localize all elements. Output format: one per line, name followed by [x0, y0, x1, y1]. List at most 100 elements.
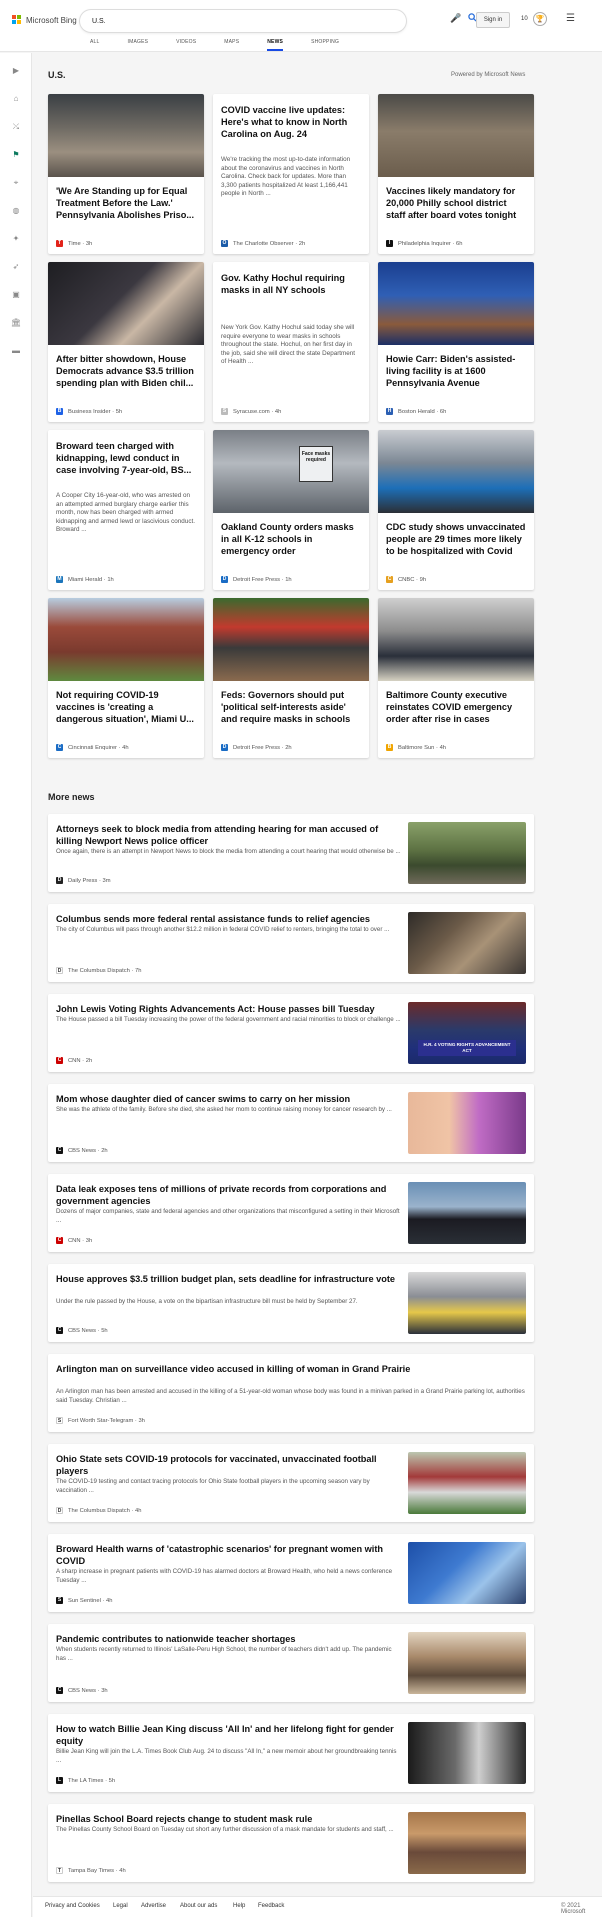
footer-link-about-ads[interactable]: About our ads [180, 1903, 217, 1909]
news-card-image[interactable] [48, 598, 204, 681]
news-card-image[interactable] [213, 598, 369, 681]
news-card[interactable]: Baltimore County executive reinstates CO… [378, 598, 534, 758]
more-news-source[interactable]: D Daily Press · 3m [56, 877, 111, 884]
more-news-title[interactable]: John Lewis Voting Rights Advancements Ac… [56, 1003, 402, 1015]
news-card[interactable]: Not requiring COVID-19 vaccines is 'crea… [48, 598, 204, 758]
rewards-trophy-icon[interactable]: 🏆 [533, 12, 547, 26]
more-news-thumbnail[interactable] [408, 1812, 526, 1874]
more-news-item[interactable]: Pinellas School Board rejects change to … [48, 1804, 534, 1882]
more-news-thumbnail[interactable] [408, 1722, 526, 1784]
tab-shopping[interactable]: SHOPPING [311, 39, 339, 51]
news-card-title[interactable]: Not requiring COVID-19 vaccines is 'crea… [56, 689, 196, 725]
news-card-image[interactable] [378, 430, 534, 513]
sign-in-button[interactable]: Sign in [476, 12, 510, 28]
hamburger-menu-icon[interactable]: ☰ [566, 14, 576, 24]
more-news-thumbnail[interactable] [408, 822, 526, 884]
more-news-source[interactable]: L The LA Times · 5h [56, 1777, 115, 1784]
trending-icon[interactable]: ⤯ [10, 121, 22, 133]
news-card-title[interactable]: 'We Are Standing up for Equal Treatment … [56, 185, 196, 221]
news-card[interactable]: Broward teen charged with kidnapping, le… [48, 430, 204, 590]
sports-icon[interactable]: ➶ [10, 261, 22, 273]
news-card-title[interactable]: Gov. Kathy Hochul requiring masks in all… [221, 272, 361, 296]
more-news-source[interactable]: C CBS News · 2h [56, 1147, 108, 1154]
news-card-image[interactable] [378, 94, 534, 177]
more-news-thumbnail[interactable]: H.R. 4 VOTING RIGHTS ADVANCEMENT ACT [408, 1002, 526, 1064]
more-news-item[interactable]: Attorneys seek to block media from atten… [48, 814, 534, 892]
news-card-source[interactable]: H Boston Herald · 6h [386, 408, 446, 415]
news-card[interactable]: After bitter showdown, House Democrats a… [48, 262, 204, 422]
footer-link-help[interactable]: Help [233, 1903, 245, 1909]
more-news-title[interactable]: Mom whose daughter died of cancer swims … [56, 1093, 402, 1105]
news-card-title[interactable]: CDC study shows unvaccinated people are … [386, 521, 526, 557]
more-news-source[interactable]: D The Columbus Dispatch · 7h [56, 967, 141, 974]
more-news-source[interactable]: S Sun Sentinel · 4h [56, 1597, 112, 1604]
news-card-source[interactable]: D Detroit Free Press · 2h [221, 744, 292, 751]
more-news-item[interactable]: Arlington man on surveillance video accu… [48, 1354, 534, 1432]
more-news-item[interactable]: Columbus sends more federal rental assis… [48, 904, 534, 982]
more-news-source[interactable]: C CNN · 2h [56, 1057, 92, 1064]
news-card-title[interactable]: Baltimore County executive reinstates CO… [386, 689, 526, 725]
more-news-thumbnail[interactable] [408, 1092, 526, 1154]
news-card-title[interactable]: Howie Carr: Biden's assisted-living faci… [386, 353, 526, 389]
news-card-source[interactable]: B Business Insider · 5h [56, 408, 122, 415]
news-card[interactable]: Vaccines likely mandatory for 20,000 Phi… [378, 94, 534, 254]
tab-news[interactable]: NEWS [267, 39, 284, 51]
tab-videos[interactable]: VIDEOS [176, 39, 196, 51]
rewards-count[interactable]: 10 [521, 16, 528, 22]
news-card-image[interactable] [378, 598, 534, 681]
news-card-title[interactable]: COVID vaccine live updates: Here's what … [221, 104, 361, 140]
more-news-thumbnail[interactable] [408, 1632, 526, 1694]
more-news-source[interactable]: C CBS News · 5h [56, 1327, 108, 1334]
more-news-thumbnail[interactable] [408, 1542, 526, 1604]
more-news-item[interactable]: House approves $3.5 trillion budget plan… [48, 1264, 534, 1342]
more-news-source[interactable]: T Tampa Bay Times · 4h [56, 1867, 126, 1874]
expand-arrow-icon[interactable]: ▶ [10, 65, 22, 77]
more-news-item[interactable]: Ohio State sets COVID-19 protocols for v… [48, 1444, 534, 1522]
entertainment-icon[interactable]: ✦ [10, 233, 22, 245]
more-news-title[interactable]: Broward Health warns of 'catastrophic sc… [56, 1543, 402, 1567]
news-card-image[interactable] [48, 94, 204, 177]
news-card[interactable]: Oakland County orders masks in all K-12 … [213, 430, 369, 590]
more-news-title[interactable]: How to watch Billie Jean King discuss 'A… [56, 1723, 402, 1747]
more-news-item[interactable]: How to watch Billie Jean King discuss 'A… [48, 1714, 534, 1792]
news-card-title[interactable]: Broward teen charged with kidnapping, le… [56, 440, 196, 476]
tab-images[interactable]: IMAGES [128, 39, 149, 51]
more-news-title[interactable]: Pandemic contributes to nationwide teach… [56, 1633, 402, 1645]
more-news-title[interactable]: House approves $3.5 trillion budget plan… [56, 1273, 402, 1285]
news-card-image[interactable] [48, 262, 204, 345]
news-card-source[interactable]: T Time · 3h [56, 240, 92, 247]
footer-link-feedback[interactable]: Feedback [258, 1903, 284, 1909]
news-card-image[interactable] [378, 262, 534, 345]
more-news-source[interactable]: C CNN · 3h [56, 1237, 92, 1244]
footer-link-legal[interactable]: Legal [113, 1903, 128, 1909]
news-card-source[interactable]: B Baltimore Sun · 4h [386, 744, 446, 751]
more-news-title[interactable]: Attorneys seek to block media from atten… [56, 823, 402, 847]
news-card-title[interactable]: Vaccines likely mandatory for 20,000 Phi… [386, 185, 526, 221]
more-news-item[interactable]: Broward Health warns of 'catastrophic sc… [48, 1534, 534, 1612]
more-news-thumbnail[interactable] [408, 1272, 526, 1334]
news-card[interactable]: CDC study shows unvaccinated people are … [378, 430, 534, 590]
news-card[interactable]: Feds: Governors should put 'political se… [213, 598, 369, 758]
tab-maps[interactable]: MAPS [224, 39, 239, 51]
more-news-source[interactable]: D The Columbus Dispatch · 4h [56, 1507, 141, 1514]
more-news-title[interactable]: Data leak exposes tens of millions of pr… [56, 1183, 402, 1207]
news-card-source[interactable]: S Syracuse.com · 4h [221, 408, 281, 415]
home-icon[interactable]: ⌂ [10, 93, 22, 105]
more-news-item[interactable]: Pandemic contributes to nationwide teach… [48, 1624, 534, 1702]
flag-icon[interactable]: ⚑ [10, 149, 22, 161]
microphone-icon[interactable]: 🎤 [450, 13, 461, 24]
bing-logo[interactable]: Microsoft Bing [12, 15, 77, 25]
more-news-source[interactable]: S Fort Worth Star-Telegram · 3h [56, 1417, 145, 1424]
more-news-item[interactable]: Mom whose daughter died of cancer swims … [48, 1084, 534, 1162]
more-news-thumbnail[interactable] [408, 1182, 526, 1244]
news-card-source[interactable]: D Detroit Free Press · 1h [221, 576, 292, 583]
more-news-title[interactable]: Ohio State sets COVID-19 protocols for v… [56, 1453, 402, 1477]
tab-all[interactable]: ALL [90, 39, 100, 51]
more-news-title[interactable]: Arlington man on surveillance video accu… [56, 1363, 526, 1375]
business-icon[interactable]: ▬ [10, 345, 22, 357]
news-card[interactable]: COVID vaccine live updates: Here's what … [213, 94, 369, 254]
more-news-thumbnail[interactable] [408, 912, 526, 974]
news-card-title[interactable]: Oakland County orders masks in all K-12 … [221, 521, 361, 557]
more-news-item[interactable]: Data leak exposes tens of millions of pr… [48, 1174, 534, 1252]
news-card-source[interactable]: I Philadelphia Inquirer · 6h [386, 240, 462, 247]
